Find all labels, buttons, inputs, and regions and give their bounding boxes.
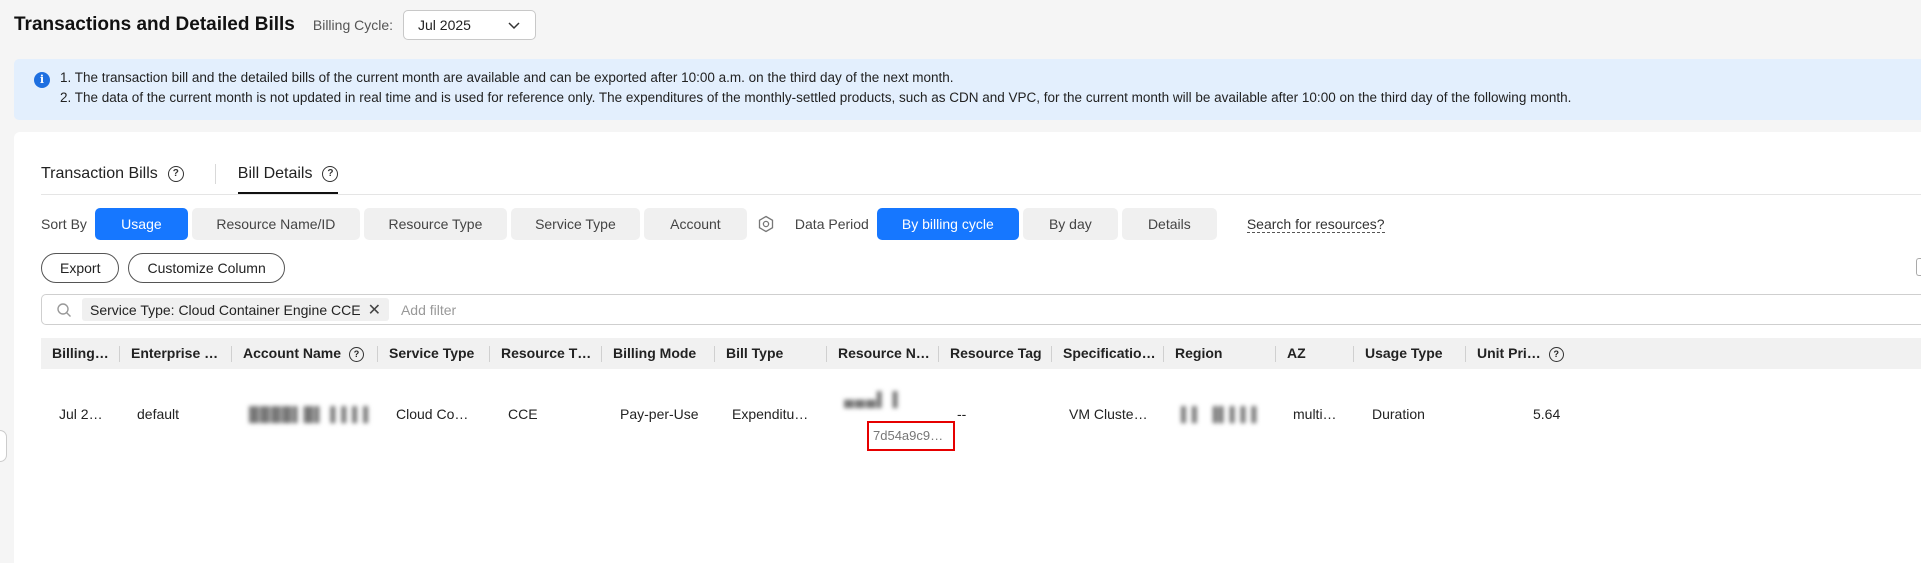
tab-bill-details[interactable]: Bill Details ? [237, 160, 339, 194]
col-separator [938, 346, 939, 362]
col-separator [377, 346, 378, 362]
table-row: Jul 2… default ████▌█▌▐▐ ▌▌ Cloud Co… CC… [41, 369, 1921, 459]
period-by-day-button[interactable]: By day [1022, 208, 1118, 240]
action-buttons: Export Customize Column [41, 253, 294, 283]
period-billing-cycle-button[interactable]: By billing cycle [876, 208, 1019, 240]
col-unit-price-label: Unit Pri… [1477, 345, 1541, 361]
tab-label: Bill Details [237, 165, 313, 182]
info-notice: i 1. The transaction bill and the detail… [14, 59, 1921, 120]
filter-bar[interactable]: Service Type: Cloud Container Engine CCE… [41, 294, 1921, 325]
col-separator [231, 346, 232, 362]
cell-unit-price: 5.64 [1533, 406, 1561, 422]
side-panel-handle[interactable] [0, 430, 7, 462]
data-period-label: Data Period [794, 216, 869, 232]
help-icon[interactable]: ? [322, 166, 339, 182]
period-details-button[interactable]: Details [1121, 208, 1217, 240]
info-icon: i [34, 72, 50, 88]
sort-usage-button[interactable]: Usage [94, 208, 188, 240]
sort-toolbar: Sort By Usage Resource Name/ID Resource … [41, 208, 1385, 240]
col-service-type: Service Type [389, 345, 475, 361]
notice-line-1: 1. The transaction bill and the detailed… [60, 70, 954, 85]
cell-specification: VM Cluste… [1069, 406, 1148, 422]
bill-panel: Transaction Bills ? Bill Details ? Sort … [14, 132, 1921, 563]
search-icon [57, 302, 71, 317]
sort-label: Sort By [41, 216, 87, 232]
col-resource-tag: Resource Tag [950, 345, 1042, 361]
table-header: Billing… Enterprise … Account Name? Serv… [41, 338, 1921, 369]
col-separator [1163, 346, 1164, 362]
sort-resource-name-button[interactable]: Resource Name/ID [191, 208, 360, 240]
tab-transaction-bills[interactable]: Transaction Bills ? [41, 160, 184, 188]
cell-region: ▌▌ ▐▌▌▌▌ [1181, 406, 1263, 422]
col-billing-mode: Billing Mode [613, 345, 697, 361]
checkbox-edge[interactable] [1916, 258, 1921, 276]
page-title: Transactions and Detailed Bills [14, 14, 295, 35]
cell-resource-name[interactable]: ▄▄▄▌▐ [844, 389, 899, 409]
tab-bar: Transaction Bills ? Bill Details ? [41, 160, 339, 196]
col-specification: Specificatio… [1063, 345, 1156, 361]
export-button[interactable]: Export [41, 253, 120, 283]
col-usage-type: Usage Type [1365, 345, 1443, 361]
tab-label: Transaction Bills [41, 165, 158, 182]
help-icon[interactable]: ? [167, 166, 184, 182]
sort-resource-type-button[interactable]: Resource Type [363, 208, 507, 240]
col-billing-cycle: Billing… [52, 345, 109, 361]
cell-resource-id[interactable]: 7d54a9c9… [867, 421, 955, 451]
chevron-down-icon [508, 22, 520, 30]
help-icon[interactable]: ? [1548, 346, 1564, 362]
notice-line-2: 2. The data of the current month is not … [60, 90, 1572, 105]
help-icon[interactable]: ? [349, 346, 365, 362]
col-account-name-label: Account Name [243, 345, 342, 361]
sort-service-type-button[interactable]: Service Type [510, 208, 640, 240]
cell-billing-cycle: Jul 2… [59, 406, 103, 422]
col-resource-type: Resource T… [501, 345, 592, 361]
billing-cycle-select[interactable]: Jul 2025 [403, 10, 537, 40]
col-bill-type: Bill Type [726, 345, 784, 361]
filter-chip-label: Service Type: Cloud Container Engine CCE [90, 301, 361, 318]
cell-service-type: Cloud Co… [396, 406, 469, 422]
col-separator [714, 346, 715, 362]
add-filter-input[interactable]: Add filter [401, 302, 456, 318]
cell-billing-mode: Pay-per-Use [620, 406, 699, 422]
cell-resource-type: CCE [508, 406, 538, 422]
col-unit-price: Unit Pri…? [1477, 338, 1577, 369]
cell-bill-type: Expenditu… [732, 406, 809, 422]
billing-cycle-label: Billing Cycle: [312, 17, 394, 33]
col-enterprise: Enterprise … [131, 345, 219, 361]
col-region: Region [1175, 345, 1223, 361]
tab-divider [214, 164, 216, 184]
cell-az: multi… [1293, 406, 1337, 422]
col-separator [1275, 346, 1276, 362]
col-separator [1465, 346, 1466, 362]
customize-column-button[interactable]: Customize Column [128, 253, 285, 283]
filter-chip: Service Type: Cloud Container Engine CCE… [82, 298, 389, 321]
cell-usage-type: Duration [1372, 406, 1425, 422]
cell-enterprise: default [137, 406, 180, 422]
billing-cycle-value: Jul 2025 [418, 17, 471, 33]
col-separator [826, 346, 827, 362]
tabs-divider [41, 194, 1921, 195]
cell-resource-tag: -- [957, 406, 967, 422]
cell-account-name: ████▌█▌▐▐ ▌▌ [249, 406, 374, 422]
col-separator [1051, 346, 1052, 362]
col-separator [1353, 346, 1354, 362]
col-resource-name: Resource N… [838, 345, 930, 361]
sort-account-button[interactable]: Account [643, 208, 747, 240]
col-az: AZ [1287, 345, 1306, 361]
col-account-name: Account Name? [243, 338, 378, 369]
col-separator [119, 346, 120, 362]
col-separator [489, 346, 490, 362]
col-separator [601, 346, 602, 362]
gear-icon[interactable] [757, 215, 775, 233]
close-icon[interactable]: ✕ [368, 300, 381, 320]
search-resources-link[interactable]: Search for resources? [1246, 216, 1385, 233]
page-header: Transactions and Detailed Bills Billing … [14, 9, 537, 41]
